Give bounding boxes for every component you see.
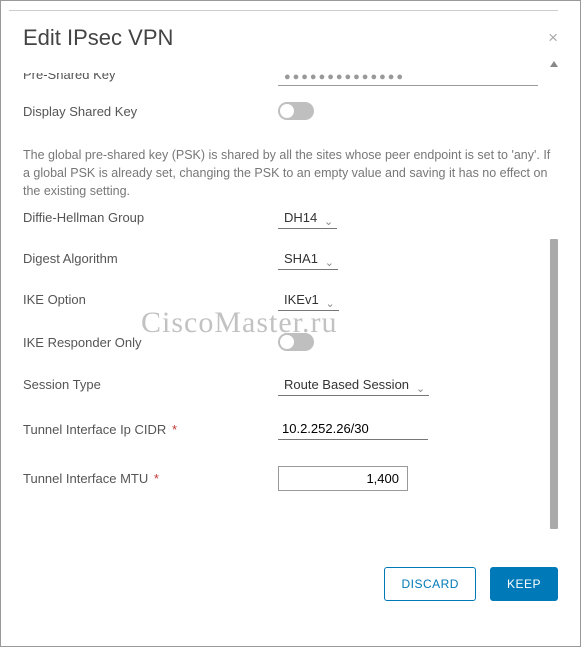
scroll-up-icon[interactable] <box>550 61 558 67</box>
tunnel-mtu-label: Tunnel Interface MTU * <box>23 471 278 486</box>
keep-button[interactable]: KEEP <box>490 567 558 601</box>
dh-group-select[interactable]: DH14 <box>278 207 337 229</box>
ike-option-label: IKE Option <box>23 292 278 307</box>
psk-help-text: The global pre-shared key (PSK) is share… <box>23 146 558 200</box>
ike-responder-only-toggle[interactable] <box>278 333 314 351</box>
discard-button[interactable]: DISCARD <box>384 567 476 601</box>
window-top-divider <box>9 1 558 11</box>
display-shared-key-toggle[interactable] <box>278 102 314 120</box>
ike-responder-only-label: IKE Responder Only <box>23 335 278 350</box>
session-type-label: Session Type <box>23 377 278 392</box>
scroll-thumb[interactable] <box>550 239 558 529</box>
required-mark: * <box>172 422 177 437</box>
dialog-title: Edit IPsec VPN <box>23 25 173 51</box>
tunnel-cidr-input[interactable] <box>278 418 428 440</box>
tunnel-mtu-label-text: Tunnel Interface MTU <box>23 471 148 486</box>
digest-algorithm-select[interactable]: SHA1 <box>278 248 338 270</box>
display-shared-key-label: Display Shared Key <box>23 104 278 119</box>
tunnel-cidr-label: Tunnel Interface Ip CIDR * <box>23 422 278 437</box>
ike-option-select[interactable]: IKEv1 <box>278 289 339 311</box>
dh-group-label: Diffie-Hellman Group <box>23 210 278 225</box>
edit-ipsec-vpn-dialog: Edit IPsec VPN × Pre-Shared Key ●●●●●●●●… <box>1 11 580 621</box>
close-icon[interactable]: × <box>548 28 558 48</box>
form-scroll-area: Pre-Shared Key ●●●●●●●●●●●●●● Display Sh… <box>23 59 558 549</box>
pre-shared-key-field[interactable]: ●●●●●●●●●●●●●● <box>278 69 538 86</box>
required-mark: * <box>154 471 159 486</box>
tunnel-cidr-label-text: Tunnel Interface Ip CIDR <box>23 422 166 437</box>
session-type-select[interactable]: Route Based Session <box>278 374 429 396</box>
pre-shared-key-label: Pre-Shared Key <box>23 73 278 83</box>
tunnel-mtu-input[interactable] <box>278 466 408 491</box>
digest-algorithm-label: Digest Algorithm <box>23 251 278 266</box>
scrollbar[interactable] <box>550 59 558 549</box>
